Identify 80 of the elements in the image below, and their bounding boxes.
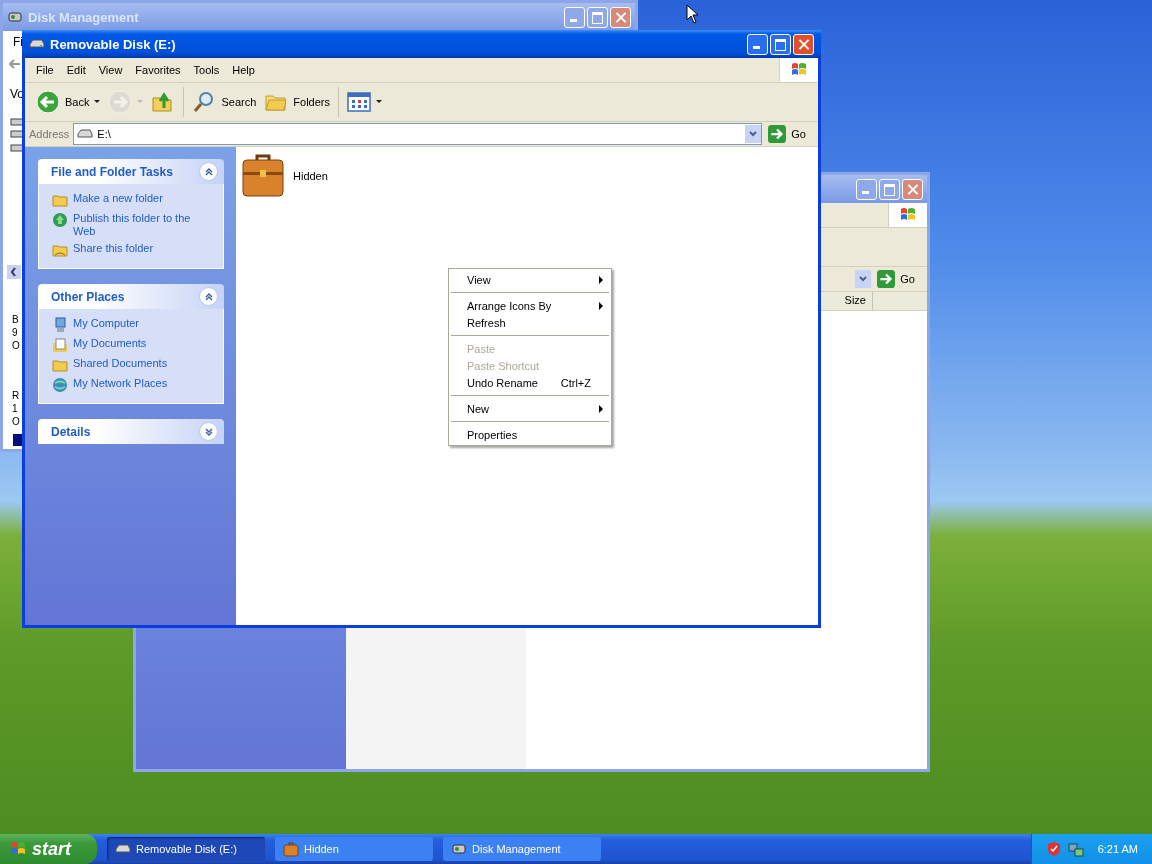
search-button[interactable]: Search (189, 88, 260, 116)
volume-label: O (12, 415, 20, 428)
menu-item[interactable]: Fi (13, 35, 23, 49)
panel-title: File and Folder Tasks (51, 164, 173, 179)
documents-icon (52, 337, 68, 353)
start-button[interactable]: start (0, 834, 97, 864)
view-grid-icon (347, 90, 371, 114)
volume-label: B (12, 313, 20, 326)
arrow-right-icon (768, 125, 787, 143)
volume-label: R (12, 389, 20, 402)
menu-item[interactable]: Edit (60, 64, 92, 76)
left-arrow-icon (9, 59, 21, 69)
menu-item[interactable]: Refresh (449, 314, 611, 331)
menu-item[interactable]: View (449, 271, 611, 288)
expand-icon[interactable] (199, 422, 218, 441)
volume-label: 9 (12, 326, 19, 339)
dropdown-button[interactable] (745, 125, 762, 143)
globe-icon (52, 377, 68, 393)
task-link[interactable]: My Computer (73, 317, 140, 330)
address-field[interactable]: E:\ (73, 123, 763, 145)
computer-icon (52, 317, 68, 333)
folders-button[interactable]: Folders (261, 88, 333, 116)
back-button[interactable]: Back (33, 88, 104, 116)
task-link[interactable]: Make a new folder (73, 192, 163, 205)
globe-icon (52, 212, 68, 228)
disk-tool-icon (7, 9, 23, 25)
caret-icon (376, 100, 382, 104)
panel-title: Other Places (51, 289, 125, 304)
menu-item[interactable]: Favorites (129, 64, 187, 76)
arrow-right-icon (877, 270, 896, 288)
go-button[interactable]: Go (766, 125, 814, 143)
dropdown-button[interactable] (855, 270, 872, 288)
taskbar-button[interactable]: Removable Disk (E:) (107, 837, 265, 861)
menu-item[interactable]: Undo Rename Ctrl+Z (449, 374, 611, 391)
menu-item[interactable]: File (30, 64, 60, 76)
column-header[interactable]: Size (838, 292, 873, 310)
task-link[interactable]: Shared Documents (73, 357, 168, 370)
chevron-down-icon (858, 274, 869, 284)
briefcase-icon (241, 152, 285, 200)
task-link[interactable]: My Network Places (73, 377, 168, 390)
scroll-left-button[interactable] (7, 265, 21, 279)
chevron-down-icon (748, 129, 759, 139)
folder-icon (52, 242, 68, 258)
menu-item[interactable]: New (449, 400, 611, 417)
panel-header[interactable]: Other Places (38, 284, 224, 309)
minimize-button[interactable] (747, 33, 768, 55)
caret-icon (94, 100, 101, 104)
task-link[interactable]: Publish this folder to the Web (73, 212, 215, 238)
maximize-button[interactable] (770, 33, 791, 55)
panel-header[interactable]: Details (38, 419, 224, 444)
collapse-icon[interactable] (199, 162, 218, 181)
panel-title: Details (51, 424, 91, 439)
window-title: Removable Disk (E:) (50, 36, 176, 52)
volume-label: 1 (12, 402, 19, 415)
folder-icon (52, 357, 68, 373)
menu-item[interactable]: Tools (187, 64, 226, 76)
folder-icon (52, 192, 68, 208)
menu-item[interactable]: Arrange Icons By (449, 297, 611, 314)
window-title: Disk Management (28, 9, 139, 25)
menu-item[interactable]: Help (226, 64, 261, 76)
mouse-pointer-icon (686, 4, 698, 24)
task-link[interactable]: Share this folder (73, 242, 154, 255)
go-button[interactable]: Go (875, 270, 923, 288)
address-label: Address (29, 128, 70, 140)
disk-tool-icon (451, 841, 467, 857)
clock: 6:21 AM (1097, 843, 1138, 855)
collapse-icon[interactable] (199, 287, 218, 306)
menu-item[interactable]: Properties (449, 426, 611, 443)
task-link[interactable]: My Documents (73, 337, 147, 350)
briefcase-item[interactable]: Hidden (241, 152, 351, 200)
taskbar-button[interactable]: Hidden (275, 837, 433, 861)
panel-header[interactable]: File and Folder Tasks (38, 159, 224, 184)
menu-item[interactable]: View (92, 64, 129, 76)
caret-icon (137, 100, 144, 104)
close-button[interactable] (793, 33, 814, 55)
taskbar-button[interactable]: Disk Management (443, 837, 601, 861)
briefcase-icon (283, 841, 299, 857)
volume-label: O (12, 339, 20, 352)
network-icon[interactable] (1067, 841, 1084, 857)
shield-icon[interactable] (1045, 841, 1062, 857)
